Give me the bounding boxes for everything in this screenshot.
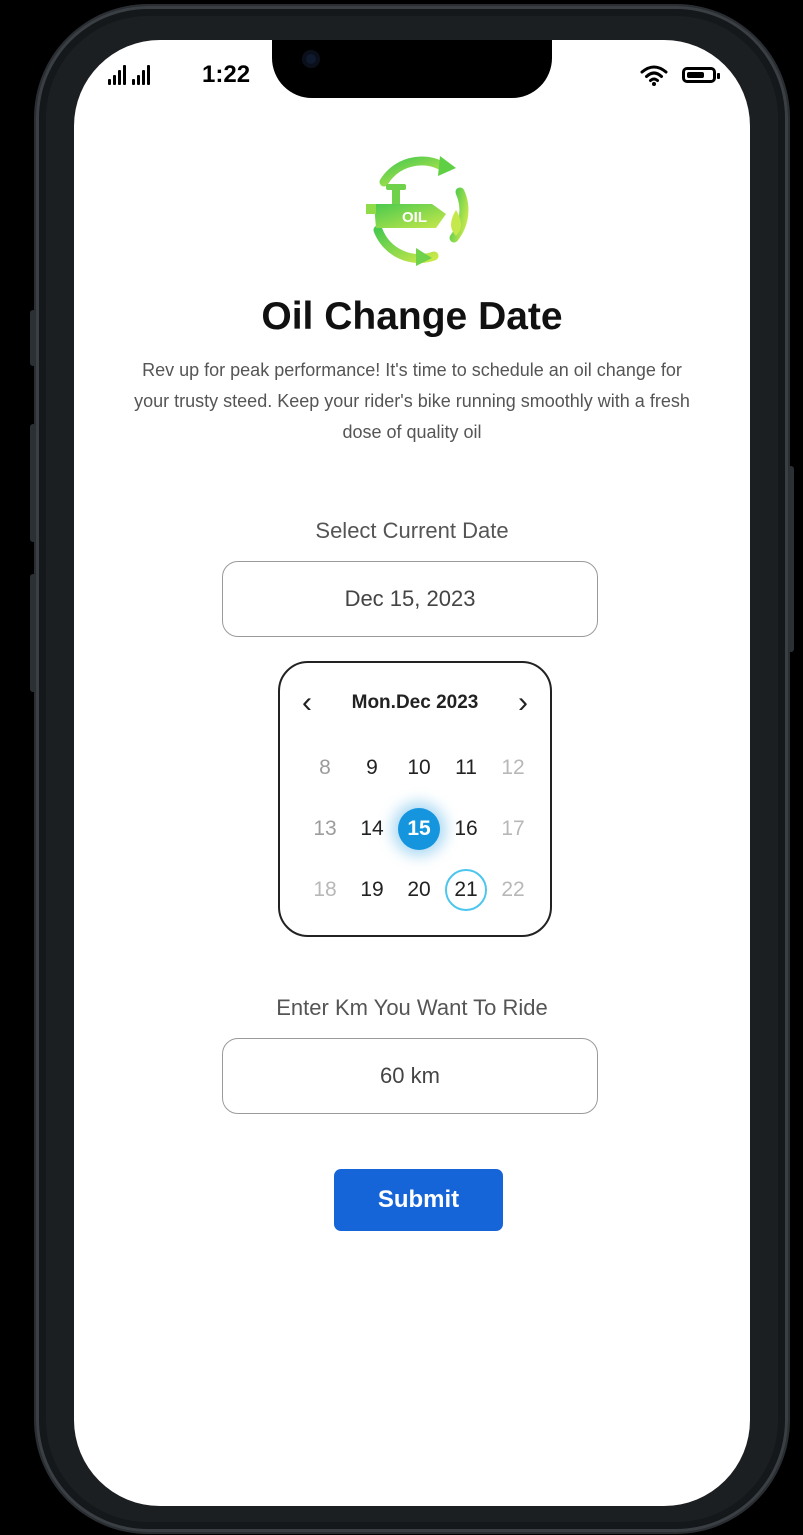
calendar-day[interactable]: 10 [398,747,440,789]
calendar-week-row: 13 14 15 16 17 [304,808,534,850]
calendar-day[interactable]: 8 [304,747,346,789]
km-input[interactable]: 60 km [222,1038,598,1114]
calendar-day[interactable]: 16 [445,808,487,850]
calendar-week-row: 18 19 20 21 22 [304,869,534,911]
calendar-day[interactable]: 12 [492,747,534,789]
date-label: Select Current Date [315,518,509,543]
calendar-day[interactable]: 14 [351,808,393,850]
status-icons [640,64,720,86]
calendar-day[interactable]: 11 [445,747,487,789]
calendar-day[interactable]: 9 [351,747,393,789]
chevron-left-icon[interactable]: ‹ [302,688,312,718]
calendar-day-today[interactable]: 21 [445,869,487,911]
camera-icon [302,50,320,68]
calendar: ‹ Mon.Dec 2023 › 8 9 10 11 12 13 14 15 1… [278,661,552,937]
volume-down-button [30,574,36,692]
chevron-right-icon[interactable]: › [518,688,528,718]
page-title: Oil Change Date [261,295,563,338]
power-button [788,466,794,652]
calendar-day[interactable]: 19 [351,869,393,911]
calendar-week-row: 8 9 10 11 12 [304,747,534,789]
calendar-header: ‹ Mon.Dec 2023 › [280,685,550,721]
volume-up-button [30,424,36,542]
date-field[interactable]: Dec 15, 2023 [222,561,598,637]
calendar-day[interactable]: 20 [398,869,440,911]
page-description: Rev up for peak performance! It's time t… [134,360,690,442]
km-label: Enter Km You Want To Ride [276,995,548,1020]
submit-button[interactable]: Submit [334,1169,503,1231]
notch [272,40,552,98]
phone-screen: 1:22 OIL Oil Change Date Rev up for peak… [74,40,750,1506]
signal-icon [108,65,150,85]
calendar-month-title: Mon.Dec 2023 [351,692,479,713]
calendar-day[interactable]: 18 [304,869,346,911]
svg-text:OIL: OIL [402,209,427,226]
calendar-day[interactable]: 17 [492,808,534,850]
status-time: 1:22 [202,61,251,88]
mute-switch [30,310,36,366]
oil-change-logo-icon: OIL [366,156,469,266]
battery-icon [682,67,720,83]
calendar-day-selected[interactable]: 15 [398,808,440,850]
calendar-day[interactable]: 13 [304,808,346,850]
calendar-day[interactable]: 22 [492,869,534,911]
wifi-icon [640,65,668,86]
